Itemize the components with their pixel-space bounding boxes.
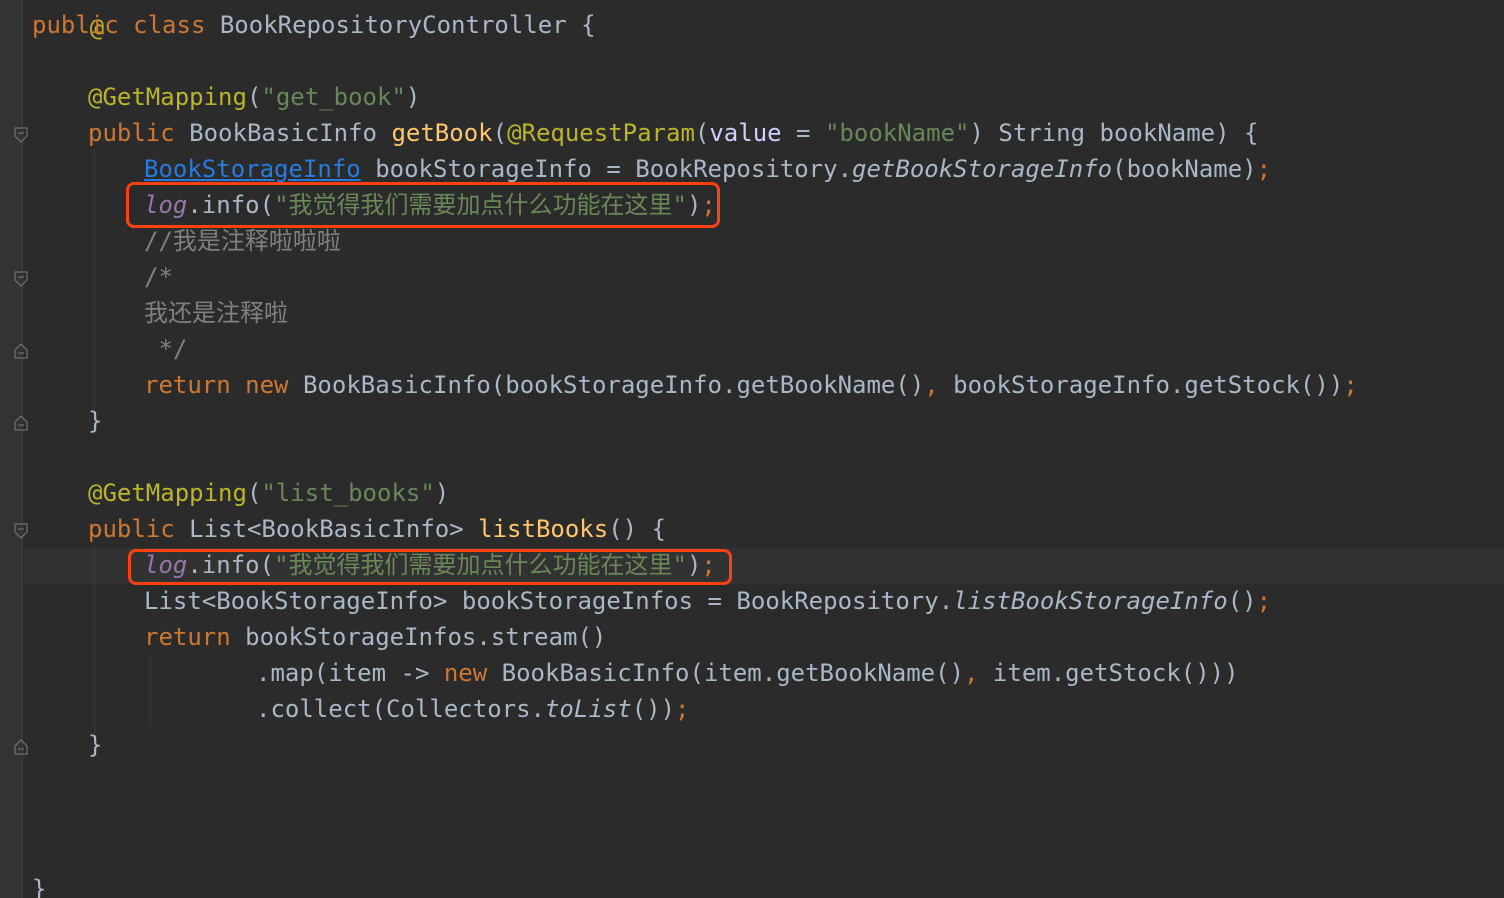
static-method-call: listBookStorageInfo [953, 587, 1228, 615]
code-text: .map(item -> [256, 659, 444, 687]
code-text: BookBasicInfo(item.getBookName() [487, 659, 965, 687]
semicolon-token: ; [1343, 371, 1358, 399]
comma-token: , [964, 659, 979, 687]
code-text: bookStorageInfos.stream() [230, 623, 607, 651]
code-line[interactable]: public List<BookBasicInfo> listBooks() { [88, 511, 666, 547]
code-text: () { [608, 515, 666, 543]
code-line[interactable]: @GetMapping("get_book") [88, 79, 420, 115]
static-method-call: getBookStorageInfo [852, 155, 1113, 183]
annotation-token: @GetMapping [88, 83, 247, 111]
fold-end-marker-icon[interactable] [14, 343, 28, 359]
code-text: bookStorageInfo = BookRepository. [360, 155, 853, 183]
semicolon-token: ; [675, 695, 690, 723]
comment-text: 我还是注释啦 [144, 299, 288, 327]
paren-token: ) [405, 83, 421, 111]
fold-marker-icon[interactable] [14, 523, 28, 539]
comma-token: , [924, 371, 939, 399]
code-text: BookBasicInfo(bookStorageInfo.getBookNam… [288, 371, 925, 399]
string-literal: "bookName" [824, 119, 970, 147]
annotation-param-key: value [709, 119, 782, 147]
paren-token: ( [492, 119, 508, 147]
indent-guide [94, 150, 95, 410]
code-text: .collect(Collectors. [256, 695, 545, 723]
highlight-box [126, 182, 720, 228]
semicolon-token: ; [1256, 155, 1272, 183]
paren-token: ) [969, 119, 984, 147]
code-line[interactable]: @GetMapping("list_books") [88, 475, 449, 511]
operator-token: = [781, 119, 825, 147]
type-token: BookBasicInfo [189, 119, 377, 147]
code-line[interactable]: //我是注释啦啦啦 [144, 223, 341, 259]
paren-token: ( [246, 479, 262, 507]
code-line[interactable]: } [32, 871, 46, 898]
code-line[interactable]: } [88, 403, 102, 439]
keyword-token: public [88, 119, 175, 147]
brace-token: { [581, 11, 596, 39]
keyword-token: new [443, 659, 488, 687]
indent-guide [94, 546, 95, 734]
paren-token: ( [694, 119, 710, 147]
keyword-token: public [32, 11, 119, 39]
keyword-token: return [144, 371, 231, 399]
code-line[interactable]: .map(item -> new BookBasicInfo(item.getB… [256, 655, 1239, 691]
code-text: () [1227, 587, 1257, 615]
brace-token: } [88, 407, 103, 435]
code-text: bookStorageInfo.getStock()) [938, 371, 1344, 399]
code-text: String bookName) { [983, 119, 1259, 147]
code-line[interactable]: public class BookRepositoryController { [32, 7, 596, 43]
method-name: getBook [391, 119, 493, 147]
code-line[interactable]: List<BookStorageInfo> bookStorageInfos =… [144, 583, 1271, 619]
method-name: listBooks [478, 515, 609, 543]
code-line[interactable]: } [88, 727, 102, 763]
semicolon-token: ; [1256, 587, 1272, 615]
code-line[interactable]: */ [144, 331, 187, 367]
comment-text: //我是注释啦啦啦 [144, 227, 341, 255]
annotation-token: @RequestParam [507, 119, 695, 147]
comment-text: /* [144, 263, 173, 291]
comment-text: */ [144, 335, 188, 363]
highlight-box [128, 549, 732, 585]
code-line[interactable]: return new BookBasicInfo(bookStorageInfo… [144, 367, 1358, 403]
fold-marker-icon[interactable] [14, 271, 28, 287]
type-token: List<BookBasicInfo> [189, 515, 464, 543]
fold-marker-icon[interactable] [14, 127, 28, 143]
type-link[interactable]: BookStorageInfo [144, 155, 361, 183]
code-line[interactable]: return bookStorageInfos.stream() [144, 619, 606, 655]
code-line[interactable]: .collect(Collectors.toList()); [256, 691, 690, 727]
string-literal: "list_books" [261, 479, 435, 507]
code-line[interactable]: public BookBasicInfo getBook(@RequestPar… [88, 115, 1258, 151]
code-editor[interactable]: @ public class BookRepositoryController … [0, 0, 1504, 898]
code-text: (bookName) [1112, 155, 1257, 183]
keyword-token: new [245, 371, 289, 399]
code-text: item.getStock())) [978, 659, 1239, 687]
code-text: ()) [631, 695, 676, 723]
string-literal: "get_book" [261, 83, 406, 111]
paren-token: ) [434, 479, 450, 507]
code-line[interactable]: 我还是注释啦 [144, 295, 288, 331]
keyword-token: public [88, 515, 175, 543]
code-line[interactable]: /* [144, 259, 173, 295]
indent-guide [150, 656, 151, 724]
annotation-token: @GetMapping [88, 479, 247, 507]
code-text: List<BookStorageInfo> bookStorageInfos =… [144, 587, 954, 615]
brace-token: } [88, 731, 103, 759]
static-method-call: toList [544, 695, 632, 723]
fold-end-marker-icon[interactable] [14, 739, 28, 755]
keyword-token: return [144, 623, 231, 651]
fold-end-marker-icon[interactable] [14, 415, 28, 431]
brace-token: } [32, 875, 47, 898]
paren-token: ( [246, 83, 262, 111]
keyword-token: class [133, 11, 206, 39]
class-name: BookRepositoryController [219, 11, 567, 39]
